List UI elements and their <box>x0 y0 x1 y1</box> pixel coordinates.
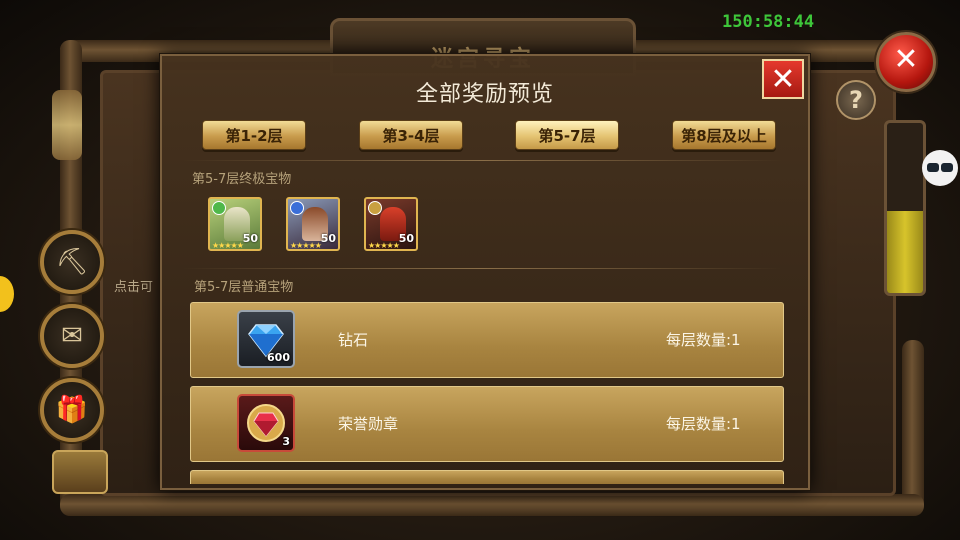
hero-card[interactable]: 50 ★★★★★ <box>364 197 418 251</box>
tab-floor-8-plus[interactable]: 第8层及以上 <box>672 120 776 150</box>
tab-floor-1-2[interactable]: 第1-2层 <box>202 120 306 150</box>
hero-level: 50 <box>242 232 258 245</box>
hero-stars: ★★★★★ <box>212 241 244 250</box>
main-close-button[interactable]: ✕ <box>876 32 936 92</box>
tabs-divider <box>182 160 782 161</box>
item-count: 600 <box>267 351 290 364</box>
reward-row-partial <box>190 470 784 484</box>
dialog-title: 全部奖励预览 <box>415 82 554 107</box>
item-name: 钻石 <box>338 331 369 349</box>
pipe-right <box>902 340 924 510</box>
item-count: 3 <box>282 435 290 448</box>
ultimate-treasure-label: 第5-7层终极宝物 <box>192 172 292 187</box>
close-icon: ✕ <box>893 42 919 77</box>
map-button[interactable]: ✉ <box>40 304 104 368</box>
honor-medal-icon: 3 <box>237 394 295 452</box>
item-name: 荣誉勋章 <box>338 415 399 433</box>
tab-floor-3-4[interactable]: 第3-4层 <box>359 120 463 150</box>
countdown-timer: 150:58:44 <box>722 12 815 32</box>
normal-treasure-label: 第5-7层普通宝物 <box>194 280 294 295</box>
diamond-icon: 600 <box>237 310 295 368</box>
treasure-chest-icon[interactable] <box>52 450 108 494</box>
hero-card[interactable]: 50 ★★★★★ <box>208 197 262 251</box>
lamp-icon <box>52 90 82 160</box>
item-quantity: 每层数量:1 <box>666 415 741 433</box>
item-quantity: 每层数量:1 <box>666 331 741 349</box>
element-icon <box>368 201 382 215</box>
hero-level: 50 <box>398 232 414 245</box>
hero-level: 50 <box>320 232 336 245</box>
section-divider <box>182 268 782 269</box>
pickaxe-button[interactable]: ⛏ <box>40 230 104 294</box>
energy-gauge <box>884 120 926 296</box>
help-button[interactable]: ? <box>836 80 876 120</box>
gift-button[interactable]: 🎁 <box>40 378 104 442</box>
hero-stars: ★★★★★ <box>290 241 322 250</box>
side-hint-text: 点击可 <box>114 280 154 295</box>
dialog-close-button[interactable]: ✕ <box>762 59 804 99</box>
reward-row-diamond: 600 钻石 每层数量:1 <box>190 302 784 378</box>
reward-preview-dialog: 全部奖励预览 ✕ 第1-2层 第3-4层 第5-7层 第8层及以上 第5-7层终… <box>160 54 810 490</box>
reward-row-honor-medal: 3 荣誉勋章 每层数量:1 <box>190 386 784 462</box>
floor-tabs: 第1-2层 第3-4层 第5-7层 第8层及以上 <box>202 120 776 152</box>
element-icon <box>212 201 226 215</box>
glasses-icon[interactable] <box>922 150 958 186</box>
pipe-bottom <box>60 494 924 516</box>
close-icon: ✕ <box>770 62 796 97</box>
tab-floor-5-7[interactable]: 第5-7层 <box>515 120 619 150</box>
hero-card[interactable]: 50 ★★★★★ <box>286 197 340 251</box>
hero-stars: ★★★★★ <box>368 241 400 250</box>
element-icon <box>290 201 304 215</box>
